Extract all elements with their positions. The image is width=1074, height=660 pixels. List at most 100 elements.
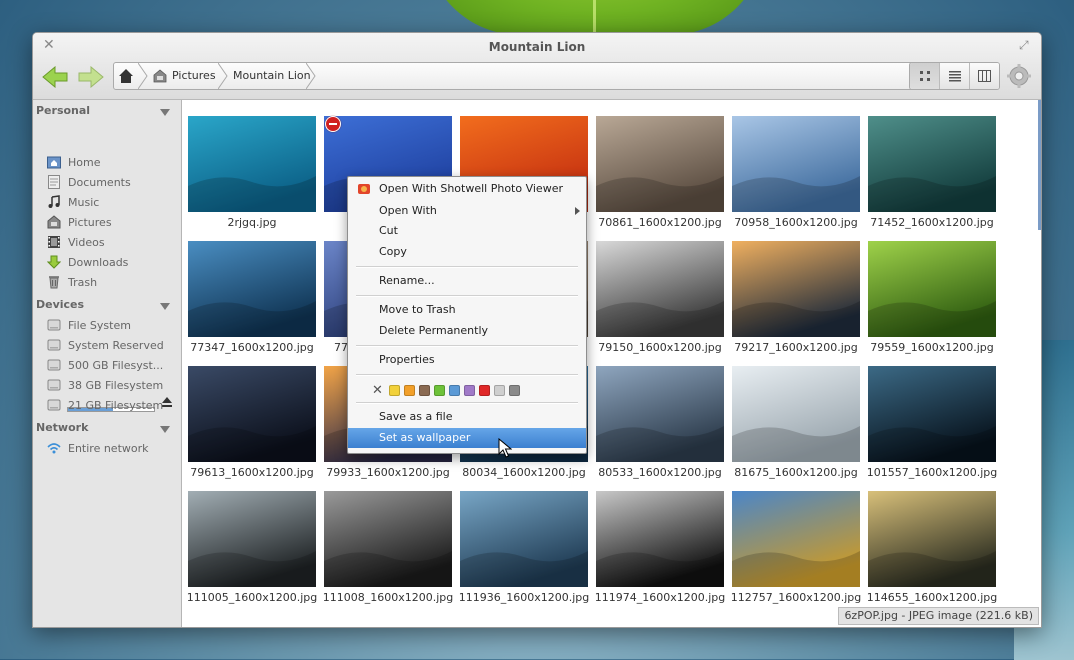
sidebar-item-38gb-filesystem[interactable]: 38 GB Filesystem [47, 376, 177, 394]
sidebar-item-home[interactable]: Home [47, 153, 177, 171]
sidebar-item-label: Downloads [68, 255, 129, 269]
drive-icon [47, 319, 61, 331]
menu-item-open-with-shotwell[interactable]: Open With Shotwell Photo Viewer [348, 179, 586, 199]
sidebar-item-documents[interactable]: Documents [47, 173, 177, 191]
sidebar-item-21gb-filesystem[interactable]: 21 GB Filesystem [47, 396, 177, 414]
file-name-label: 111974_1600x1200.jpg [594, 591, 726, 604]
shotwell-icon [358, 184, 370, 194]
sidebar-item-videos[interactable]: Videos [47, 233, 177, 251]
color-tag-swatch[interactable] [404, 385, 415, 396]
columns-icon [978, 70, 991, 82]
column-view-button[interactable] [970, 63, 999, 89]
remove-badge-icon[interactable] [325, 116, 341, 132]
sidebar: Personal Home Documents Music Pictures V… [33, 100, 182, 627]
breadcrumb-pictures[interactable]: Pictures [152, 63, 216, 89]
menu-separator [356, 295, 578, 297]
color-tag-swatch[interactable] [464, 385, 475, 396]
file-thumbnail[interactable] [868, 241, 996, 337]
file-name-label: 79150_1600x1200.jpg [598, 341, 722, 354]
breadcrumb-home[interactable] [114, 63, 138, 89]
file-thumbnail[interactable] [188, 241, 316, 337]
menu-item-save-as-file[interactable]: Save as a file [348, 407, 586, 427]
pictures-folder-icon [153, 69, 167, 83]
file-name-label: 111005_1600x1200.jpg [186, 591, 318, 604]
icon-view-button[interactable] [910, 63, 940, 89]
back-arrow-icon[interactable] [41, 66, 69, 88]
forward-arrow-icon[interactable] [77, 66, 105, 88]
file-thumbnail[interactable] [596, 366, 724, 462]
file-thumbnail[interactable] [868, 366, 996, 462]
file-thumbnail[interactable] [732, 241, 860, 337]
maximize-icon[interactable]: ⤢ [1019, 38, 1033, 52]
color-tag-swatch[interactable] [479, 385, 490, 396]
documents-folder-icon [48, 175, 60, 189]
file-name-label: 70861_1600x1200.jpg [598, 216, 722, 229]
menu-item-open-with[interactable]: Open With [348, 201, 586, 221]
menu-item-set-as-wallpaper[interactable]: Set as wallpaper [348, 428, 586, 448]
sidebar-item-500gb-filesystem[interactable]: 500 GB Filesyst... [47, 356, 177, 374]
menu-item-delete-permanently[interactable]: Delete Permanently [348, 321, 586, 341]
sidebar-item-system-reserved[interactable]: System Reserved [47, 336, 177, 354]
menu-separator [356, 266, 578, 268]
file-thumbnail[interactable] [732, 366, 860, 462]
sidebar-section-personal: Personal [36, 104, 91, 117]
gear-icon[interactable] [1007, 64, 1031, 88]
file-name-label: 81675_1600x1200.jpg [734, 466, 858, 479]
file-thumbnail[interactable] [188, 366, 316, 462]
menu-separator [356, 402, 578, 404]
clear-tag-icon[interactable]: ✕ [372, 383, 383, 398]
sidebar-item-label: Trash [68, 275, 98, 289]
sidebar-section-devices: Devices [36, 298, 85, 311]
menu-item-rename[interactable]: Rename... [348, 271, 586, 291]
breadcrumb-label: Pictures [172, 69, 216, 82]
file-name-label: 114655_1600x1200.jpg [866, 591, 998, 604]
file-thumbnail[interactable] [188, 116, 316, 212]
menu-item-move-to-trash[interactable]: Move to Trash [348, 300, 586, 320]
sidebar-item-trash[interactable]: Trash [47, 273, 177, 291]
sidebar-item-label: Pictures [68, 215, 112, 229]
collapse-arrow-icon[interactable] [160, 109, 170, 116]
collapse-arrow-icon[interactable] [160, 426, 170, 433]
file-name-label: 2rjgq.jpg [227, 216, 277, 229]
file-thumbnail[interactable] [732, 491, 860, 587]
file-thumbnail[interactable] [324, 491, 452, 587]
file-name-label: 79217_1600x1200.jpg [734, 341, 858, 354]
file-thumbnail[interactable] [868, 116, 996, 212]
collapse-arrow-icon[interactable] [160, 303, 170, 310]
sidebar-item-label: Home [68, 155, 101, 169]
menu-item-cut[interactable]: Cut [348, 221, 586, 241]
sidebar-item-entire-network[interactable]: Entire network [47, 439, 177, 457]
file-thumbnail[interactable] [596, 491, 724, 587]
sidebar-item-pictures[interactable]: Pictures [47, 213, 177, 231]
color-tag-swatch[interactable] [389, 385, 400, 396]
sidebar-section-network: Network [36, 421, 89, 434]
color-tag-swatch[interactable] [419, 385, 430, 396]
file-name-label: 71452_1600x1200.jpg [870, 216, 994, 229]
sidebar-item-music[interactable]: Music [47, 193, 177, 211]
color-tag-swatch[interactable] [434, 385, 445, 396]
sidebar-item-label: 21 GB Filesystem [68, 398, 164, 412]
list-view-button[interactable] [940, 63, 970, 89]
color-tag-swatch[interactable] [509, 385, 520, 396]
drive-icon [47, 339, 61, 351]
drive-icon [47, 399, 61, 411]
file-name-label: 70958_1600x1200.jpg [734, 216, 858, 229]
file-thumbnail[interactable] [868, 491, 996, 587]
menu-item-properties[interactable]: Properties [348, 350, 586, 370]
sidebar-item-downloads[interactable]: Downloads [47, 253, 177, 271]
file-name-label: 79933_1600x1200.jpg [326, 466, 450, 479]
file-thumbnail[interactable] [732, 116, 860, 212]
scrollbar-indicator[interactable] [1038, 100, 1041, 230]
file-name-label: 79559_1600x1200.jpg [870, 341, 994, 354]
menu-item-copy[interactable]: Copy [348, 242, 586, 262]
view-mode-switcher [909, 62, 1000, 90]
breadcrumb-mountain-lion[interactable]: Mountain Lion [233, 63, 311, 89]
sidebar-item-file-system[interactable]: File System [47, 316, 177, 334]
file-thumbnail[interactable] [188, 491, 316, 587]
color-tag-swatch[interactable] [494, 385, 505, 396]
file-thumbnail[interactable] [596, 241, 724, 337]
file-thumbnail[interactable] [460, 491, 588, 587]
color-tag-swatch[interactable] [449, 385, 460, 396]
film-icon [48, 236, 60, 248]
file-thumbnail[interactable] [596, 116, 724, 212]
